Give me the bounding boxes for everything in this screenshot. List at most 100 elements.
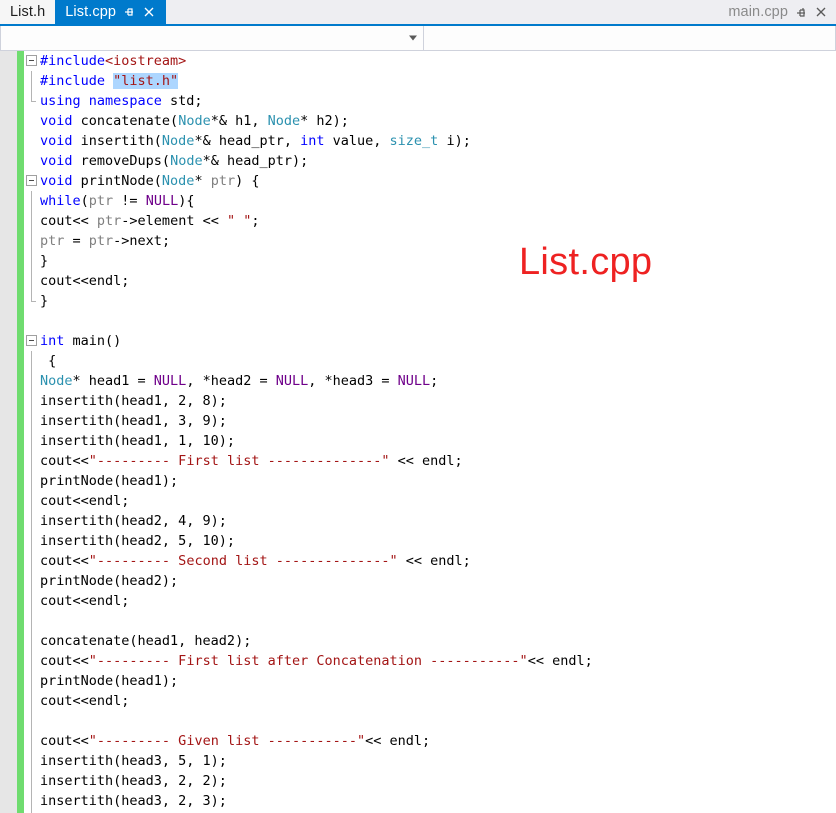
code-token: NULL (153, 373, 187, 389)
code-token: = (64, 233, 89, 249)
code-line: void printNode(Node* ptr) { (24, 171, 836, 191)
code-token: Node (40, 373, 73, 389)
code-line: cout<<"--------- First list ------------… (24, 451, 836, 471)
code-token: void (40, 173, 73, 189)
code-token: { (40, 353, 57, 369)
code-token: concatenate(head1, head2); (40, 633, 252, 649)
code-token: i); (438, 133, 471, 149)
tab-list-h[interactable]: List.h (0, 0, 56, 24)
code-line: printNode(head2); (24, 571, 836, 591)
code-line: Node* head1 = NULL, *head2 = NULL, *head… (24, 371, 836, 391)
code-token: void (40, 133, 73, 149)
change-bar (17, 51, 24, 813)
annotation-list-cpp: List.cpp (519, 241, 653, 283)
code-token: Node (161, 133, 195, 149)
code-token: <iostream> (105, 53, 187, 69)
code-token: std; (161, 93, 203, 109)
member-dropdown[interactable] (424, 26, 836, 51)
code-token: int (40, 333, 65, 349)
code-token: ptr (88, 193, 114, 209)
code-token: #include (40, 53, 106, 69)
code-line: void insertith(Node*& head_ptr, int valu… (24, 131, 836, 151)
code-token: cout<<endl; (40, 593, 130, 609)
chevron-down-icon[interactable] (409, 35, 417, 41)
code-line: printNode(head1); (24, 671, 836, 691)
code-token: Node (161, 173, 195, 189)
close-icon[interactable] (814, 5, 828, 19)
code-line: using namespace std; (24, 91, 836, 111)
code-token: insertith(head3, 2, 3); (40, 793, 227, 809)
code-line: cout<<"--------- Second list -----------… (24, 551, 836, 571)
code-line: int main() (24, 331, 836, 351)
code-token: * (194, 173, 211, 189)
code-token: insertith(head1, 2, 8); (40, 393, 227, 409)
code-token: cout<< (40, 453, 89, 469)
code-token: cout<< (40, 733, 89, 749)
editor-tab-strip: List.h List.cpp main.cpp (0, 0, 836, 26)
code-token: insertith(head1, 1, 10); (40, 433, 236, 449)
code-token: *& head_ptr, (194, 133, 301, 149)
scope-dropdown[interactable] (0, 26, 424, 51)
tab-main-cpp-label: main.cpp (728, 3, 788, 20)
code-editor[interactable]: #include<iostream> #include "list.h" using… (0, 51, 836, 813)
code-line: #include "list.h" (24, 71, 836, 91)
code-token: ) { (235, 173, 260, 189)
code-token: #include (40, 73, 114, 89)
code-token: ptr (40, 233, 65, 249)
code-token: void (40, 153, 73, 169)
code-token: Node (267, 113, 301, 129)
code-token: void (40, 113, 73, 129)
code-token: ptr (210, 173, 236, 189)
code-token: << endl; (365, 733, 431, 749)
editor-gutter (0, 51, 17, 813)
code-token: concatenate( (72, 113, 179, 129)
code-token: insertith(head2, 5, 10); (40, 533, 236, 549)
tab-list-cpp[interactable]: List.cpp (55, 0, 167, 24)
code-line: insertith(head2, 4, 9); (24, 511, 836, 531)
code-token: cout<< (40, 653, 89, 669)
code-token: while (40, 193, 81, 209)
code-token: printNode( (72, 173, 162, 189)
code-token: "--------- First list after Concatenatio… (88, 653, 528, 669)
code-line: insertith(head3, 2, 2); (24, 771, 836, 791)
code-token: insertith(head3, 5, 1); (40, 753, 227, 769)
code-text-area[interactable]: #include<iostream> #include "list.h" using… (24, 51, 836, 813)
code-token: ->next; (113, 233, 171, 249)
code-token: printNode(head1); (40, 673, 179, 689)
code-token: insertith( (72, 133, 162, 149)
code-line: while(ptr != NULL){ (24, 191, 836, 211)
code-line: insertith(head3, 2, 3); (24, 791, 836, 811)
close-icon[interactable] (142, 5, 156, 19)
code-token: printNode(head1); (40, 473, 179, 489)
code-line: printNode(head1); (24, 471, 836, 491)
code-line: cout<<endl; (24, 691, 836, 711)
code-token: != (113, 193, 146, 209)
code-token: *& head_ptr); (202, 153, 309, 169)
code-token: cout<<endl; (40, 493, 130, 509)
code-token: << endl; (527, 653, 593, 669)
code-token: ){ (178, 193, 195, 209)
code-line: #include<iostream> (24, 51, 836, 71)
code-token: * head1 = (72, 373, 154, 389)
code-line: } (24, 251, 836, 271)
code-token: value, (324, 133, 390, 149)
code-token: ->element << (121, 213, 227, 229)
tab-main-cpp[interactable]: main.cpp (718, 0, 836, 24)
code-line: cout<<"--------- Given list -----------"… (24, 731, 836, 751)
code-token: Node (170, 153, 203, 169)
code-token: NULL (397, 373, 431, 389)
code-token: cout<< (40, 553, 89, 569)
code-line: insertith(head1, 1, 10); (24, 431, 836, 451)
code-token: } (40, 253, 49, 269)
code-token: insertith(head2, 4, 9); (40, 513, 227, 529)
code-line: cout<< ptr->element << " "; (24, 211, 836, 231)
code-token: printNode(head2); (40, 573, 179, 589)
code-line: insertith(head3, 5, 1); (24, 751, 836, 771)
code-token: cout<<endl; (40, 273, 130, 289)
code-token: insertith(head1, 3, 9); (40, 413, 227, 429)
pin-icon[interactable] (122, 5, 136, 19)
pin-icon[interactable] (794, 5, 808, 19)
